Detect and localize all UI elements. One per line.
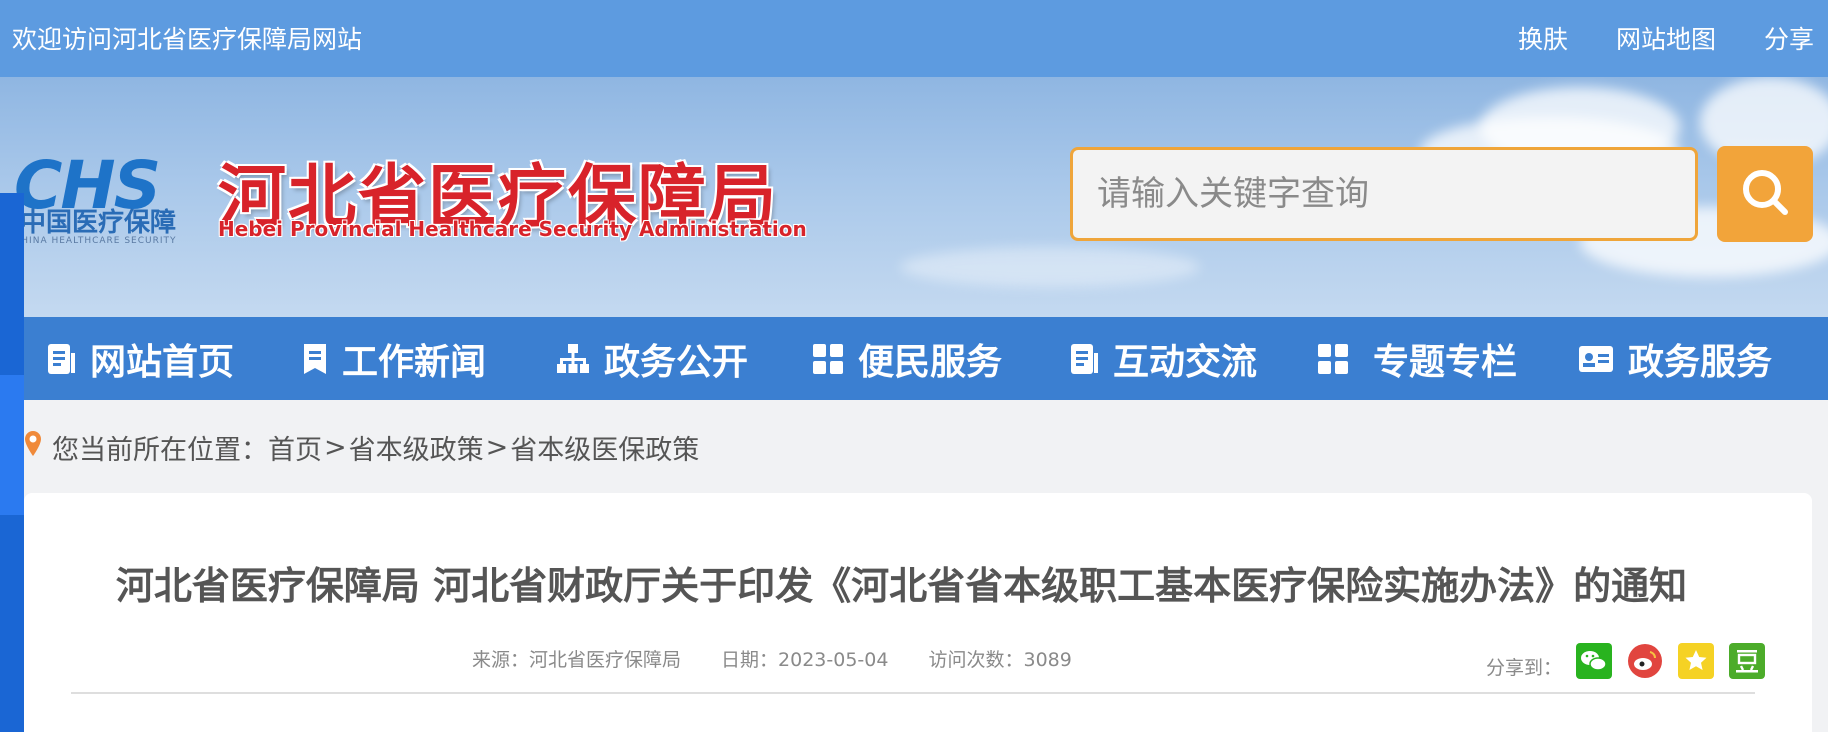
- share-link[interactable]: 分享: [1764, 20, 1814, 56]
- document-icon: [1069, 343, 1099, 375]
- nav-label: 专题专栏: [1373, 341, 1518, 383]
- welcome-text: 欢迎访问河北省医疗保障局网站: [12, 25, 363, 54]
- article-meta: 来源：河北省医疗保障局 日期：2023-05-04 访问次数：3089: [472, 645, 1112, 672]
- nav-label: 政务公开: [604, 341, 749, 383]
- qzone-icon[interactable]: [1678, 642, 1715, 679]
- share-bar: 分享到：: [1486, 641, 1780, 680]
- id-card-icon: [1578, 345, 1614, 373]
- visits-label: 访问次数：: [928, 649, 1024, 671]
- article-panel: 河北省医疗保障局 河北省财政厅关于印发《河北省省本级职工基本医疗保险实施办法》的…: [24, 493, 1812, 732]
- nav-label: 互动交流: [1113, 341, 1258, 383]
- nav-item-government-affairs[interactable]: 政务公开: [556, 317, 748, 400]
- site-title-en: Hebei Provincial Healthcare Security Adm…: [218, 217, 807, 241]
- chs-logo-en-text: CHINA HEALTHCARE SECURITY: [14, 236, 177, 246]
- nav-item-special-topics[interactable]: 专题专栏: [1317, 317, 1517, 400]
- breadcrumb: 您当前所在位置： 首页 > 省本级政策 > 省本级医保政策: [24, 428, 699, 467]
- nav-label: 政务服务: [1628, 341, 1773, 383]
- article-source: 来源：河北省医疗保障局: [472, 645, 681, 672]
- article-date: 日期：2023-05-04: [721, 645, 888, 672]
- breadcrumb-provincial-policy[interactable]: 省本级政策: [349, 428, 484, 467]
- source-label: 来源：: [472, 649, 530, 671]
- source-value: 河北省医疗保障局: [529, 649, 682, 671]
- grid-icon: [812, 343, 844, 375]
- visits-value: 3089: [1023, 649, 1072, 671]
- nav-label: 工作新闻: [342, 341, 487, 383]
- org-tree-icon: [556, 343, 590, 375]
- search-button[interactable]: [1717, 146, 1813, 242]
- nav-item-home[interactable]: 网站首页: [46, 317, 234, 400]
- side-float-tab-highlight: [0, 375, 24, 515]
- breadcrumb-separator: >: [485, 432, 509, 463]
- header-banner: CHS 中国医疗保障 CHINA HEALTHCARE SECURITY 河北省…: [0, 77, 1828, 317]
- skin-link[interactable]: 换肤: [1518, 20, 1568, 56]
- nav-label: 网站首页: [90, 341, 235, 383]
- date-label: 日期：: [721, 649, 779, 671]
- top-bar: 欢迎访问河北省医疗保障局网站 换肤 网站地图 分享: [0, 0, 1828, 77]
- douban-icon[interactable]: [1729, 642, 1766, 679]
- breadcrumb-separator: >: [324, 432, 347, 463]
- nav-item-news[interactable]: 工作新闻: [302, 317, 486, 400]
- main-nav: 网站首页 工作新闻 政务公开 便民服务 互动交流 专题专栏 政务服务: [0, 317, 1828, 400]
- bookmark-doc-icon: [302, 343, 328, 375]
- nav-item-government-services[interactable]: 政务服务: [1578, 317, 1772, 400]
- document-icon: [46, 343, 76, 375]
- breadcrumb-medical-insurance-policy[interactable]: 省本级医保政策: [510, 428, 699, 467]
- grid-icon: [1317, 343, 1349, 375]
- breadcrumb-prefix: 您当前所在位置：: [52, 435, 268, 466]
- chs-logo-cn-text: 中国医疗保障: [20, 208, 177, 238]
- breadcrumb-home[interactable]: 首页: [268, 428, 322, 467]
- date-value: 2023-05-04: [778, 649, 889, 671]
- share-label: 分享到：: [1486, 657, 1563, 679]
- wechat-icon[interactable]: [1576, 642, 1613, 679]
- search-icon: [1738, 165, 1792, 223]
- article-visits: 访问次数：3089: [928, 645, 1071, 672]
- search-input[interactable]: [1070, 147, 1698, 241]
- weibo-icon[interactable]: [1627, 643, 1663, 679]
- article-divider: [71, 692, 1755, 694]
- top-links: 换肤 网站地图 分享: [1518, 20, 1828, 56]
- cloud-decoration: [900, 247, 1200, 287]
- nav-item-public-services[interactable]: 便民服务: [812, 317, 1002, 400]
- sitemap-link[interactable]: 网站地图: [1616, 20, 1716, 56]
- nav-item-interaction[interactable]: 互动交流: [1069, 317, 1257, 400]
- nav-label: 便民服务: [858, 341, 1003, 383]
- article-title: 河北省医疗保障局 河北省财政厅关于印发《河北省省本级职工基本医疗保险实施办法》的…: [115, 564, 1688, 608]
- location-pin-icon: [24, 430, 42, 465]
